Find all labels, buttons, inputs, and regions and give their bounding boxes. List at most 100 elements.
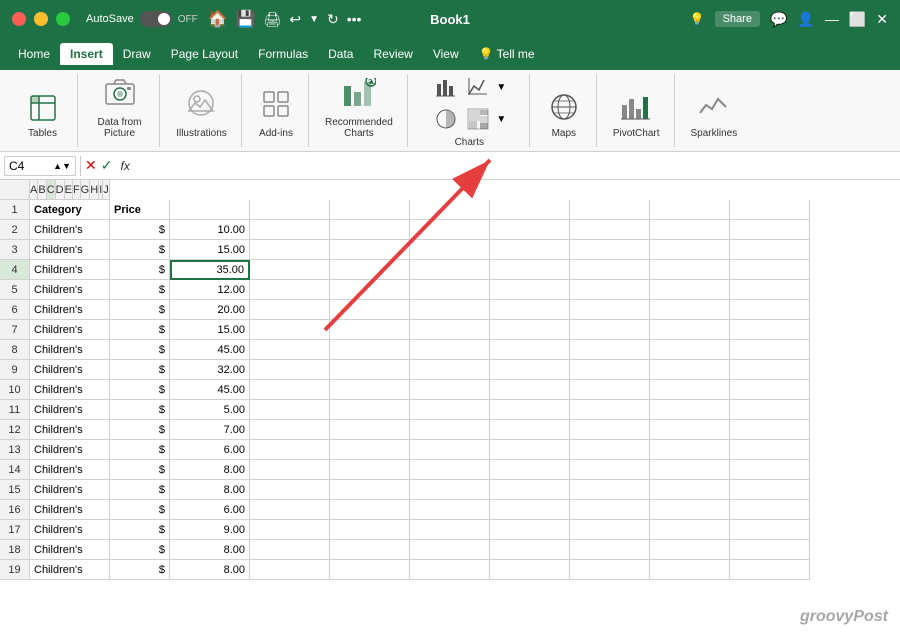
grid-cell[interactable] — [250, 260, 330, 280]
grid-cell[interactable] — [730, 380, 810, 400]
maps-button[interactable]: Maps — [542, 87, 586, 143]
grid-cell[interactable] — [410, 480, 490, 500]
recommended-charts-button[interactable]: ? RecommendedCharts — [319, 74, 399, 143]
charts2-expand-icon[interactable]: ▼ — [496, 114, 506, 125]
col-header-j[interactable]: J — [103, 180, 110, 200]
grid-cell[interactable]: Children's — [30, 260, 110, 280]
pivotchart-button[interactable]: PivotChart — [607, 87, 666, 143]
grid-cell[interactable]: Children's — [30, 340, 110, 360]
grid-cell[interactable] — [730, 260, 810, 280]
grid-cell[interactable] — [650, 240, 730, 260]
grid-cell[interactable] — [410, 360, 490, 380]
grid-cell[interactable]: $ — [110, 260, 170, 280]
grid-cell[interactable] — [570, 540, 650, 560]
grid-cell[interactable] — [570, 200, 650, 220]
grid-cell[interactable] — [250, 220, 330, 240]
grid-cell[interactable] — [730, 300, 810, 320]
row-number[interactable]: 8 — [0, 340, 30, 360]
grid-cell[interactable]: 6.00 — [170, 440, 250, 460]
grid-cell[interactable]: Children's — [30, 300, 110, 320]
grid-cell[interactable] — [730, 360, 810, 380]
grid-cell[interactable] — [330, 520, 410, 540]
grid-cell[interactable]: Children's — [30, 240, 110, 260]
grid-cell[interactable] — [730, 320, 810, 340]
grid-cell[interactable]: $ — [110, 440, 170, 460]
grid-cell[interactable] — [490, 380, 570, 400]
grid-cell[interactable] — [410, 460, 490, 480]
grid-cell[interactable] — [410, 420, 490, 440]
row-number[interactable]: 10 — [0, 380, 30, 400]
grid-cell[interactable] — [730, 560, 810, 580]
grid-cell[interactable] — [730, 540, 810, 560]
restore-icon[interactable]: ⬜ — [849, 11, 866, 28]
grid-cell[interactable] — [650, 340, 730, 360]
grid-cell[interactable] — [570, 360, 650, 380]
data-from-picture-button[interactable]: Data fromPicture — [92, 72, 148, 143]
tab-review[interactable]: Review — [363, 43, 422, 65]
tables-button[interactable]: Tables — [22, 90, 63, 143]
grid-cell[interactable] — [170, 200, 250, 220]
tab-tell-me[interactable]: 💡 Tell me — [469, 43, 545, 65]
grid-cell[interactable] — [490, 340, 570, 360]
col-header-h[interactable]: H — [90, 180, 99, 200]
save-icon[interactable]: 💾 — [236, 9, 256, 29]
grid-cell[interactable] — [250, 560, 330, 580]
grid-cell[interactable] — [250, 420, 330, 440]
grid-cell[interactable]: $ — [110, 460, 170, 480]
grid-cell[interactable] — [410, 500, 490, 520]
grid-cell[interactable] — [490, 280, 570, 300]
grid-cell[interactable] — [490, 520, 570, 540]
grid-cell[interactable] — [490, 480, 570, 500]
grid-cell[interactable]: 45.00 — [170, 380, 250, 400]
grid-cell[interactable]: $ — [110, 280, 170, 300]
grid-cell[interactable]: 8.00 — [170, 460, 250, 480]
grid-cell[interactable]: 32.00 — [170, 360, 250, 380]
grid-cell[interactable]: Children's — [30, 400, 110, 420]
grid-cell[interactable] — [730, 420, 810, 440]
grid-cell[interactable] — [570, 440, 650, 460]
tab-draw[interactable]: Draw — [113, 43, 161, 65]
grid-cell[interactable] — [410, 240, 490, 260]
grid-cell[interactable] — [490, 440, 570, 460]
grid-cell[interactable] — [650, 280, 730, 300]
grid-cell[interactable]: 20.00 — [170, 300, 250, 320]
grid-cell[interactable] — [490, 400, 570, 420]
maximize-button[interactable] — [56, 12, 70, 26]
grid-cell[interactable] — [330, 200, 410, 220]
grid-cell[interactable]: $ — [110, 560, 170, 580]
grid-cell[interactable]: $ — [110, 320, 170, 340]
close-app-icon[interactable]: ✕ — [876, 11, 888, 28]
grid-cell[interactable]: 10.00 — [170, 220, 250, 240]
grid-cell[interactable] — [570, 560, 650, 580]
grid-cell[interactable]: Price — [110, 200, 170, 220]
grid-cell[interactable]: $ — [110, 540, 170, 560]
grid-cell[interactable] — [330, 500, 410, 520]
grid-cell[interactable] — [410, 540, 490, 560]
grid-cell[interactable]: Children's — [30, 500, 110, 520]
grid-cell[interactable] — [730, 500, 810, 520]
grid-cell[interactable] — [730, 480, 810, 500]
grid-cell[interactable] — [490, 320, 570, 340]
grid-cell[interactable] — [570, 460, 650, 480]
grid-cell[interactable] — [410, 300, 490, 320]
row-number[interactable]: 6 — [0, 300, 30, 320]
grid-cell[interactable] — [570, 220, 650, 240]
grid-cell[interactable] — [650, 440, 730, 460]
grid-cell[interactable]: 8.00 — [170, 560, 250, 580]
row-number[interactable]: 18 — [0, 540, 30, 560]
grid-cell[interactable] — [330, 440, 410, 460]
share-area[interactable]: Share — [715, 11, 760, 27]
grid-cell[interactable]: 5.00 — [170, 400, 250, 420]
grid-cell[interactable] — [650, 540, 730, 560]
grid-cell[interactable] — [570, 380, 650, 400]
grid-cell[interactable] — [650, 420, 730, 440]
grid-cell[interactable]: Children's — [30, 280, 110, 300]
close-button[interactable] — [12, 12, 26, 26]
row-number[interactable]: 2 — [0, 220, 30, 240]
row-number[interactable]: 1 — [0, 200, 30, 220]
grid-cell[interactable] — [250, 400, 330, 420]
grid-cell[interactable] — [490, 540, 570, 560]
grid-cell[interactable]: $ — [110, 420, 170, 440]
hierarchy-chart-button[interactable] — [464, 105, 492, 133]
row-number[interactable]: 17 — [0, 520, 30, 540]
